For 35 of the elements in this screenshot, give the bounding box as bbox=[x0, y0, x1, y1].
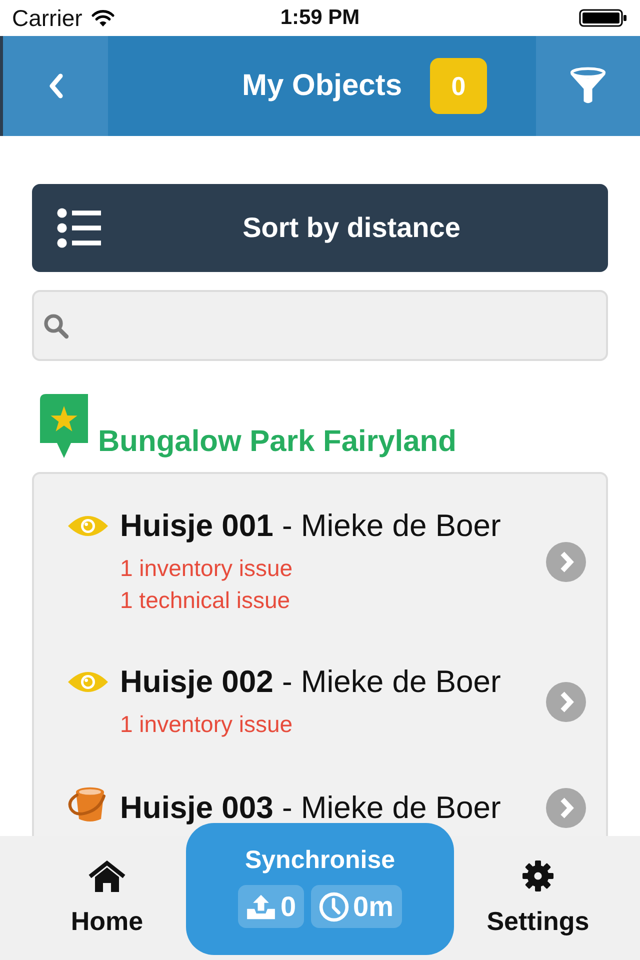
object-title[interactable]: Huisje 001 - Mieke de Boer bbox=[120, 508, 501, 544]
group-title: Bungalow Park Fairyland bbox=[98, 425, 456, 459]
chevron-right-icon[interactable] bbox=[546, 542, 586, 582]
list-icon bbox=[57, 208, 101, 248]
clock-icon bbox=[319, 892, 350, 922]
sort-button[interactable]: Sort by distance bbox=[32, 184, 608, 272]
search-icon bbox=[43, 312, 69, 338]
carrier-name: Carrier bbox=[12, 4, 82, 32]
chevron-right-icon[interactable] bbox=[546, 788, 586, 828]
issue-text: 1 inventory issue bbox=[120, 554, 294, 583]
back-button[interactable] bbox=[0, 36, 108, 136]
chevron-right-icon[interactable] bbox=[546, 682, 586, 722]
chevron-left-icon bbox=[48, 73, 64, 99]
object-title[interactable]: Huisje 002 - Mieke de Boer bbox=[120, 664, 501, 700]
issue-text: 1 inventory issue bbox=[120, 710, 294, 739]
upload-count: 0 bbox=[280, 890, 296, 922]
filter-button[interactable] bbox=[536, 36, 640, 136]
status-time: 1:59 PM bbox=[280, 5, 360, 31]
filter-icon bbox=[569, 67, 607, 105]
star-pin-icon bbox=[40, 394, 88, 458]
search-field[interactable] bbox=[32, 290, 608, 361]
settings-icon bbox=[522, 860, 554, 892]
object-title[interactable]: Huisje 003 - Mieke de Boer bbox=[120, 790, 501, 826]
screen-title: My Objects bbox=[242, 68, 402, 104]
settings-tab[interactable]: Settings bbox=[486, 860, 590, 936]
home-icon bbox=[88, 860, 126, 892]
wifi-icon bbox=[91, 9, 116, 27]
battery-icon bbox=[579, 9, 627, 27]
last-sync-time: 0m bbox=[353, 890, 394, 922]
upload-tray-icon bbox=[246, 894, 276, 920]
home-tab[interactable]: Home bbox=[70, 860, 144, 936]
eye-icon bbox=[67, 514, 109, 538]
issue-text: 1 technical issue bbox=[120, 586, 292, 615]
object-count: 0 bbox=[430, 58, 488, 114]
eye-icon bbox=[67, 670, 109, 694]
